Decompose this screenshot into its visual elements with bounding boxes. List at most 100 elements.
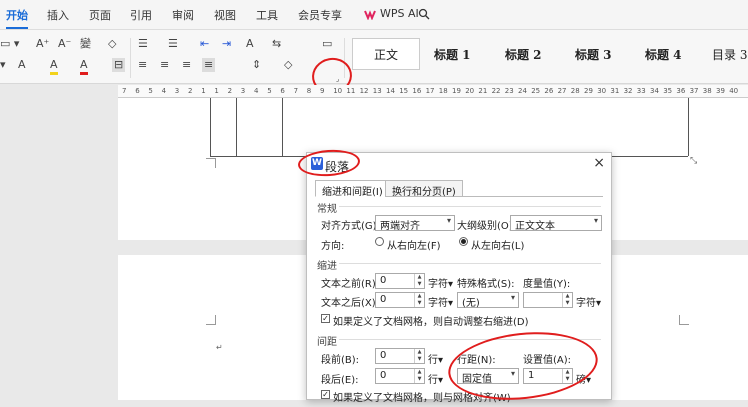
text-direction-button[interactable]: A <box>246 37 254 51</box>
section-spacing: 间距 <box>317 333 601 348</box>
spinner-arrows-icon[interactable]: ▲ ▼ <box>414 293 424 307</box>
ruler-tick-label: 5 <box>148 87 153 95</box>
increase-indent-button[interactable]: ⇥ <box>222 37 231 51</box>
borders-button[interactable]: ▭ <box>322 37 332 51</box>
indent-before-unit[interactable]: 字符▾ <box>428 275 453 290</box>
ruler-tick-label: 8 <box>306 87 312 95</box>
style-heading-1[interactable]: 标题 1 <box>434 46 471 63</box>
grow-font-button[interactable]: A⁺ <box>36 37 49 51</box>
outline-select[interactable]: 正文文本 ▾ <box>510 215 602 232</box>
ruler-tick-label: 32 <box>623 87 633 95</box>
indent-after-input[interactable]: 0 ▲ ▼ <box>375 292 425 308</box>
sort-button[interactable]: ⇆ <box>272 37 281 51</box>
menu-wps-ai[interactable]: WPS AI <box>380 7 419 20</box>
wps-ai-logo-icon <box>364 10 376 20</box>
measure-unit[interactable]: 字符▾ <box>576 294 601 309</box>
justify-button[interactable]: ≡ <box>202 58 216 72</box>
font-color-dropdown[interactable]: ▾ <box>0 58 6 72</box>
search-icon[interactable] <box>418 8 430 20</box>
tab-indent-spacing[interactable]: 缩进和间距(I) <box>315 180 390 198</box>
font-size-dropdown[interactable]: ▭ ▾ <box>0 37 19 51</box>
style-heading-4[interactable]: 标题 4 <box>645 46 682 63</box>
auto-right-indent-checkbox[interactable]: ✓ <box>321 314 330 323</box>
ruler-tick-label: 27 <box>557 87 567 95</box>
tab-line-page-breaks[interactable]: 换行和分页(P) <box>385 180 463 198</box>
section-general: 常规 <box>317 200 601 215</box>
special-format-label: 特殊格式(S): <box>457 279 515 290</box>
auto-right-indent-label: 如果定义了文档网格，则自动调整右缩进(D) <box>333 317 529 328</box>
space-after-input[interactable]: 0 ▲ ▼ <box>375 368 425 384</box>
space-after-label: 段后(E): <box>321 375 359 386</box>
page-corner-mark <box>206 158 216 168</box>
line-spacing-button[interactable]: ⇕ <box>252 58 261 72</box>
ruler-tick-label: 38 <box>702 87 712 95</box>
ruler-tick-label: 17 <box>425 87 435 95</box>
menu-start[interactable]: 开始 <box>6 7 28 29</box>
ruler-tick-label: 6 <box>280 87 285 95</box>
ruler-tick-label: 18 <box>438 87 448 95</box>
shrink-font-button[interactable]: A⁻ <box>58 37 71 51</box>
space-before-input[interactable]: 0 ▲ ▼ <box>375 348 425 364</box>
menu-insert[interactable]: 插入 <box>47 7 69 23</box>
ruler-tick-label: 3 <box>240 87 246 95</box>
close-button[interactable]: × <box>593 155 605 171</box>
chevron-down-icon: ▾ <box>510 293 515 302</box>
measure-input[interactable]: ▲ ▼ <box>523 292 573 308</box>
indent-before-input[interactable]: 0 ▲ ▼ <box>375 273 425 289</box>
ruler-tick-label: 31 <box>610 87 620 95</box>
ribbon-toolbar: ▭ ▾ A⁺ A⁻ 變 ◇ ☰ ☰ ⇤ ⇥ A ⇆ ▭ ▾ A A A ⊟ ≡ … <box>0 30 748 84</box>
menu-reference[interactable]: 引用 <box>130 7 152 23</box>
clear-format-button[interactable]: ◇ <box>108 37 116 51</box>
style-normal[interactable]: 正文 <box>352 38 420 70</box>
ruler-tick-label: 30 <box>597 87 607 95</box>
decrease-indent-button[interactable]: ⇤ <box>200 37 209 51</box>
section-indent: 缩进 <box>317 257 601 272</box>
table-resize-handle-icon[interactable]: ⤡ <box>690 156 697 166</box>
text-effect-button[interactable]: A <box>18 58 26 72</box>
highlight-button[interactable]: A <box>50 58 58 75</box>
shading-button[interactable]: ◇ <box>284 58 292 72</box>
ruler-tick-label: 14 <box>386 87 395 95</box>
style-heading-2[interactable]: 标题 2 <box>505 46 542 63</box>
special-format-select[interactable]: (无) ▾ <box>457 292 519 309</box>
spinner-arrows-icon[interactable]: ▲ ▼ <box>414 349 424 363</box>
ruler-tick-label: 34 <box>650 87 659 95</box>
ruler-tick-label: 10 <box>333 87 343 95</box>
align-label: 对齐方式(G): <box>321 221 380 232</box>
horizontal-ruler[interactable]: 7 6 5 4 3 2 1 1 2 3 4 5 6 7 8 9 10 11 12 13 14 15 16 17 18 19 20 21… <box>118 85 748 98</box>
ruler-tick-label: 39 <box>716 87 725 95</box>
align-left-button[interactable]: ≡ <box>138 58 147 72</box>
menu-view[interactable]: 视图 <box>214 7 236 23</box>
char-shading-button[interactable]: ⊟ <box>112 58 126 72</box>
font-color-button[interactable]: A <box>80 58 88 75</box>
menu-tools[interactable]: 工具 <box>256 7 278 23</box>
snap-to-grid-checkbox[interactable]: ✓ <box>321 390 330 399</box>
ruler-tick-label: 37 <box>689 87 699 95</box>
align-center-button[interactable]: ≡ <box>160 58 169 72</box>
indent-after-label: 文本之后(X): <box>321 298 380 309</box>
spinner-arrows-icon[interactable]: ▲ ▼ <box>414 369 424 383</box>
indent-after-unit[interactable]: 字符▾ <box>428 294 453 309</box>
rtl-radio[interactable] <box>375 237 384 246</box>
menu-page[interactable]: 页面 <box>89 7 111 23</box>
align-select[interactable]: 两端对齐 ▾ <box>375 215 455 232</box>
ruler-tick-label: 2 <box>188 87 193 95</box>
ruler-tick-label: 19 <box>452 87 461 95</box>
ltr-radio[interactable] <box>459 237 468 246</box>
style-toc-3[interactable]: 目录 3 <box>712 46 747 63</box>
phonetic-button[interactable]: 變 <box>80 37 91 51</box>
style-heading-3[interactable]: 标题 3 <box>575 46 612 63</box>
ruler-tick-label: 25 <box>531 87 541 95</box>
spinner-arrows-icon[interactable]: ▲ ▼ <box>414 274 424 288</box>
spinner-arrows-icon[interactable]: ▲ ▼ <box>562 293 572 307</box>
align-right-button[interactable]: ≡ <box>182 58 191 72</box>
space-after-unit[interactable]: 行▾ <box>428 371 443 386</box>
ruler-tick-label: 4 <box>161 87 167 95</box>
menu-review[interactable]: 审阅 <box>172 7 194 23</box>
menu-member[interactable]: 会员专享 <box>298 7 342 23</box>
space-before-unit[interactable]: 行▾ <box>428 351 443 366</box>
ruler-tick-label: 33 <box>636 87 646 95</box>
ruler-tick-label: 36 <box>676 87 686 95</box>
numbering-button[interactable]: ☰ <box>168 37 178 51</box>
bullets-button[interactable]: ☰ <box>138 37 148 51</box>
